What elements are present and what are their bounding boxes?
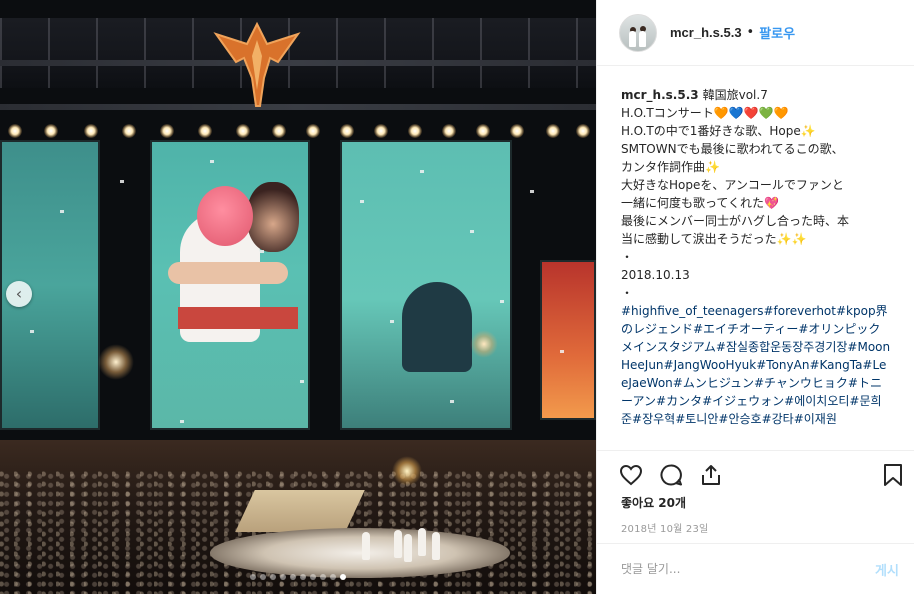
action-bar (597, 450, 914, 498)
chevron-left-icon: ‹ (15, 284, 23, 303)
header-separator: • (746, 25, 755, 40)
caption-username[interactable]: mcr_h.s.5.3 (621, 88, 699, 102)
carousel-prev-button[interactable]: ‹ (6, 281, 32, 307)
carousel-dots (0, 572, 596, 582)
follow-button[interactable]: 팔로우 (759, 23, 795, 42)
performer (432, 532, 440, 560)
carousel-dot (290, 574, 296, 580)
like-button[interactable] (617, 461, 645, 489)
performer (404, 534, 412, 562)
caption-line: 最後にメンバー同士がハグし合った時、本 (621, 214, 850, 228)
caption-line: ・ (621, 250, 634, 264)
stage-spotlight (470, 330, 498, 358)
carousel-dot (300, 574, 306, 580)
main-stage (210, 528, 510, 578)
caption-line: ・ (621, 286, 634, 300)
carousel-dot (250, 574, 256, 580)
eagle-logo (213, 21, 301, 107)
performer (418, 528, 426, 556)
stage-spotlight (392, 456, 422, 486)
video-screen-drummer (340, 140, 512, 430)
comment-bubble-icon (660, 464, 682, 486)
stage-light-row (0, 120, 596, 142)
stage-runway (235, 490, 365, 532)
share-button[interactable] (697, 461, 725, 489)
bookmark-icon (884, 464, 902, 486)
caption-line: H.O.Tコンサート🧡💙❤️💚🧡 (621, 106, 789, 120)
caption-hashtags[interactable]: #highfive_of_teenagers#foreverhot#kpop界の… (621, 304, 890, 426)
stage-spotlight (98, 344, 134, 380)
performer (362, 532, 370, 560)
caption-scroll-area[interactable]: mcr_h.s.5.3 韓国旅vol.7 H.O.Tコンサート🧡💙❤️💚🧡 H.O… (597, 66, 914, 450)
post-photo[interactable]: ‹ (0, 0, 596, 594)
comment-button[interactable] (657, 461, 685, 489)
post-date[interactable]: 2018년 10월 23일 (621, 520, 708, 535)
likes-count[interactable]: 좋아요 20개 (621, 494, 686, 511)
post-header: mcr_h.s.5.3 • 팔로우 (597, 0, 914, 66)
carousel-dot (330, 574, 336, 580)
heart-outline-icon (619, 464, 643, 486)
carousel-dot (340, 574, 346, 580)
caption-line: H.O.Tの中で1番好きな歌、Hope✨ (621, 124, 816, 138)
caption-line: 当に感動して涙出そうだった✨✨ (621, 232, 807, 246)
carousel-dot (280, 574, 286, 580)
avatar[interactable] (619, 13, 657, 52)
carousel-dot (260, 574, 266, 580)
save-button[interactable] (879, 461, 907, 489)
post-side-panel: mcr_h.s.5.3 • 팔로우 mcr_h.s.5.3 韓国旅vol.7 H.… (596, 0, 914, 594)
caption-line: 一緒に何度も歌ってくれた💖 (621, 196, 779, 210)
caption-date: 2018.10.13 (621, 268, 690, 282)
comment-input[interactable] (621, 562, 859, 576)
caption: mcr_h.s.5.3 韓国旅vol.7 H.O.Tコンサート🧡💙❤️💚🧡 H.O… (621, 86, 891, 428)
header-username[interactable]: mcr_h.s.5.3 (670, 25, 742, 40)
caption-line: SMTOWNでも最後に歌われてるこの歌、 (621, 142, 844, 156)
carousel-dot (310, 574, 316, 580)
caption-line: 韓国旅vol.7 (702, 88, 768, 102)
share-arrow-icon (702, 465, 720, 485)
video-screen-hug (150, 140, 310, 430)
caption-line: カンタ作詞作曲✨ (621, 160, 720, 174)
video-screen-far-right (540, 260, 596, 420)
carousel-dot (270, 574, 276, 580)
caption-line: 大好きなHopeを、アンコールでファンと (621, 178, 844, 192)
carousel-dot (320, 574, 326, 580)
post-comment-button[interactable]: 게시 (859, 560, 914, 579)
comment-box: 게시 (597, 543, 914, 594)
performer (394, 530, 402, 558)
